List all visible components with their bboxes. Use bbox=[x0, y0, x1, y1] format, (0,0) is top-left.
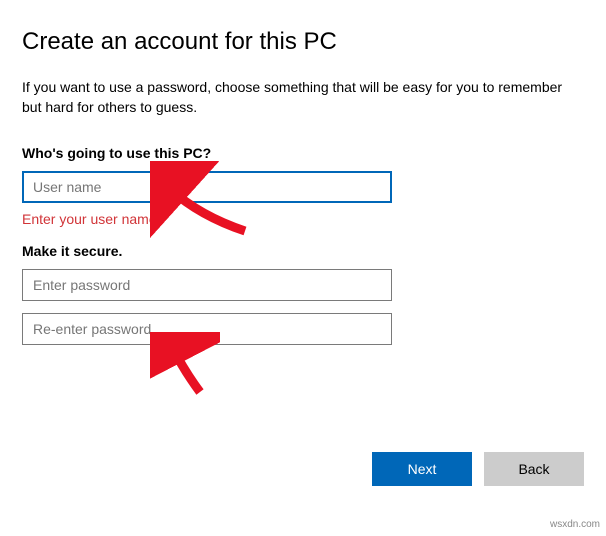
password-input[interactable] bbox=[22, 269, 392, 301]
back-button[interactable]: Back bbox=[484, 452, 584, 486]
password-label: Make it secure. bbox=[22, 243, 584, 259]
watermark-text: wsxdn.com bbox=[550, 519, 600, 530]
description-text: If you want to use a password, choose so… bbox=[22, 78, 582, 117]
confirm-password-input[interactable] bbox=[22, 313, 392, 345]
username-input[interactable] bbox=[22, 171, 392, 203]
username-group: Who's going to use this PC? Enter your u… bbox=[22, 145, 584, 227]
password-group: Make it secure. bbox=[22, 243, 584, 345]
username-label: Who's going to use this PC? bbox=[22, 145, 584, 161]
username-error: Enter your user name. bbox=[22, 211, 584, 227]
button-bar: Next Back bbox=[372, 452, 584, 486]
dialog-content: Create an account for this PC If you wan… bbox=[0, 0, 606, 345]
page-title: Create an account for this PC bbox=[22, 28, 584, 56]
next-button[interactable]: Next bbox=[372, 452, 472, 486]
